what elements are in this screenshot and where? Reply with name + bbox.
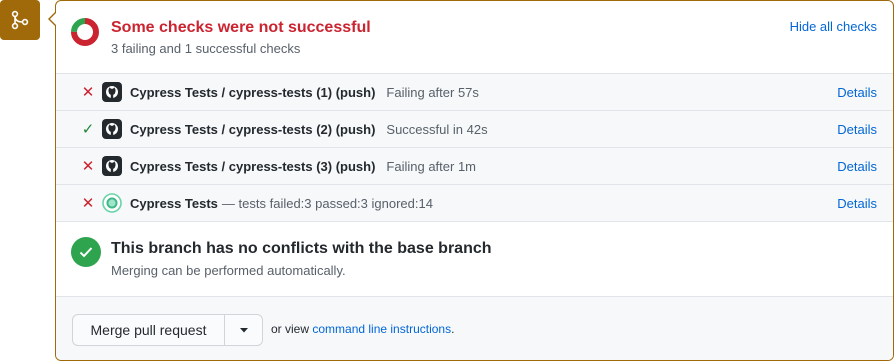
check-row: ✕ Cypress Tests / cypress-tests (1) (pus… <box>56 74 893 111</box>
check-details-link[interactable]: Details <box>837 196 877 211</box>
panel-pointer-inner <box>50 12 57 26</box>
conflicts-subtitle: Merging can be performed automatically. <box>111 263 346 278</box>
checks-status-title: Some checks were not successful <box>111 19 371 36</box>
github-icon <box>102 156 122 176</box>
check-name: Cypress Tests / cypress-tests (3) (push) <box>130 158 376 174</box>
conflicts-section: This branch has no conflicts with the ba… <box>56 222 893 297</box>
checks-status-subtitle: 3 failing and 1 successful checks <box>111 41 301 56</box>
check-details-link[interactable]: Details <box>837 122 877 137</box>
check-row: ✕ Cypress Tests / cypress-tests (3) (pus… <box>56 148 893 185</box>
github-icon <box>102 82 122 102</box>
check-description: — tests failed:3 passed:3 ignored:14 <box>221 195 433 211</box>
merge-pull-request-button[interactable]: Merge pull request <box>72 314 224 346</box>
git-merge-icon <box>11 10 29 30</box>
check-name: Cypress Tests / cypress-tests (1) (push) <box>130 84 376 100</box>
merge-hint: or view command line instructions. <box>271 322 454 336</box>
merge-status-panel: Some checks were not successful 3 failin… <box>55 0 894 361</box>
check-icon: ✓ <box>81 120 95 138</box>
git-merge-badge <box>0 0 40 40</box>
checks-donut-icon <box>71 18 99 46</box>
command-line-instructions-link[interactable]: command line instructions <box>312 322 451 336</box>
check-row: ✓ Cypress Tests / cypress-tests (2) (pus… <box>56 111 893 148</box>
merge-hint-prefix: or view <box>271 322 310 336</box>
merge-button-group: Merge pull request <box>72 314 263 346</box>
caret-down-icon <box>239 327 248 332</box>
x-icon: ✕ <box>81 83 95 101</box>
hide-all-checks-link[interactable]: Hide all checks <box>790 19 877 34</box>
check-row: ✕ Cypress Tests — tests failed:3 passed:… <box>56 185 893 222</box>
merge-footer: Merge pull request or view command line … <box>56 297 893 360</box>
check-name: Cypress Tests / cypress-tests (2) (push) <box>130 121 376 137</box>
conflicts-title: This branch has no conflicts with the ba… <box>111 240 492 257</box>
github-icon <box>102 119 122 139</box>
check-name: Cypress Tests <box>130 195 218 211</box>
check-description: Successful in 42s <box>386 121 488 137</box>
check-details-link[interactable]: Details <box>837 159 877 174</box>
check-description: Failing after 57s <box>386 84 479 100</box>
x-icon: ✕ <box>81 157 95 175</box>
check-details-link[interactable]: Details <box>837 85 877 100</box>
check-circle-icon <box>71 237 101 267</box>
x-icon: ✕ <box>81 194 95 212</box>
cypress-icon <box>102 193 122 213</box>
checks-summary: Some checks were not successful 3 failin… <box>56 1 893 74</box>
merge-hint-suffix: . <box>451 322 455 336</box>
merge-method-dropdown[interactable] <box>224 314 263 346</box>
check-description: Failing after 1m <box>386 158 476 174</box>
